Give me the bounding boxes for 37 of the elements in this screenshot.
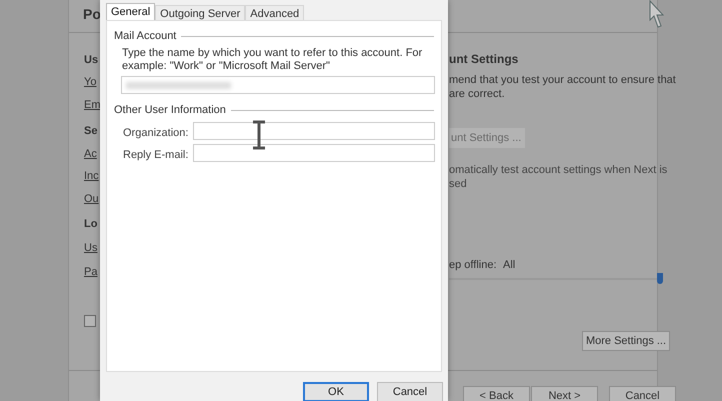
checkbox-label: omatically test account settings when Next is sed	[449, 163, 668, 191]
checkbox[interactable]	[84, 315, 96, 327]
group-title: Mail Account	[114, 29, 176, 44]
wizard-button[interactable]: Next >	[531, 386, 598, 401]
tab[interactable]: Outgoing Server	[155, 5, 246, 21]
field-label: Em	[84, 98, 100, 113]
more-settings-button[interactable]: More Settings ...	[582, 331, 670, 351]
field-label: Ou	[84, 192, 99, 207]
field-label: Ac	[84, 147, 97, 162]
account-name-field[interactable]	[121, 76, 435, 94]
section-label: Lo	[84, 217, 98, 232]
mouse-pointer-icon	[648, 0, 664, 29]
slider-value: All	[503, 258, 516, 273]
text-cursor-icon	[252, 120, 266, 150]
wizard-button[interactable]: Cancel	[609, 386, 676, 401]
instruction-text: Type the name by which you want to refer to this account. For example: "Work" or "Microsoft Mail Server"	[122, 47, 424, 73]
tab[interactable]: Advanced	[245, 5, 304, 21]
section-label: Se	[84, 124, 98, 139]
section-label: Us	[84, 53, 98, 68]
field-label: Pa	[84, 265, 98, 280]
slider-label: ep offline:	[449, 258, 497, 273]
field-label: Yo	[84, 75, 96, 90]
field-label: Inc	[84, 169, 99, 184]
dialog-button[interactable]: Cancel	[377, 382, 443, 401]
reply-email-field[interactable]	[193, 144, 435, 162]
section-heading: unt Settings	[449, 51, 518, 68]
field-label: Reply E-mail:	[123, 148, 188, 163]
field-label: Us	[84, 241, 98, 256]
field-label: Organization:	[123, 126, 188, 141]
wizard-button[interactable]: < Back	[463, 386, 530, 401]
organization-field[interactable]	[193, 122, 435, 140]
dialog-button[interactable]: OK	[303, 382, 369, 401]
slider-thumb[interactable]	[657, 273, 663, 284]
group-title: Other User Information	[114, 103, 226, 118]
description-text: mend that you test your account to ensure that are correct.	[449, 73, 677, 101]
window-title: Po	[83, 5, 101, 24]
tab[interactable]: General	[106, 3, 156, 21]
